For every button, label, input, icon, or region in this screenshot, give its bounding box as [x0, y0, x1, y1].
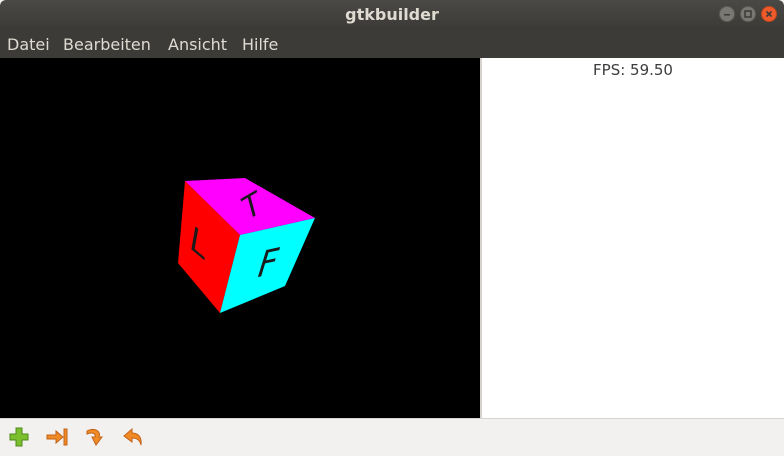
minimize-icon: [724, 14, 730, 16]
add-button[interactable]: [7, 425, 31, 449]
menu-bar: Datei Bearbeiten Ansicht Hilfe: [0, 30, 784, 58]
redo-button[interactable]: [83, 425, 107, 449]
undo-icon: [123, 427, 142, 446]
jump-to-icon: [46, 428, 68, 446]
menu-bearbeiten[interactable]: Bearbeiten: [63, 35, 151, 54]
title-bar: gtkbuilder: [0, 0, 784, 30]
gl-viewport[interactable]: T L F: [0, 58, 480, 418]
undo-button[interactable]: [121, 425, 145, 449]
menu-datei[interactable]: Datei: [7, 35, 50, 54]
rotating-cube: T L F: [178, 178, 315, 313]
close-icon: [765, 10, 773, 18]
bottom-toolbar: [0, 418, 784, 456]
side-panel: FPS: 59.50: [482, 58, 784, 418]
menu-hilfe[interactable]: Hilfe: [242, 35, 278, 54]
menu-ansicht[interactable]: Ansicht: [168, 35, 227, 54]
fps-label: FPS: 59.50: [593, 61, 673, 79]
minimize-button[interactable]: [719, 6, 735, 22]
window-title: gtkbuilder: [345, 5, 439, 24]
close-button[interactable]: [761, 6, 777, 22]
maximize-icon: [744, 10, 752, 18]
add-icon: [9, 427, 29, 447]
jump-to-button[interactable]: [45, 425, 69, 449]
redo-icon: [86, 428, 103, 446]
maximize-button[interactable]: [740, 6, 756, 22]
